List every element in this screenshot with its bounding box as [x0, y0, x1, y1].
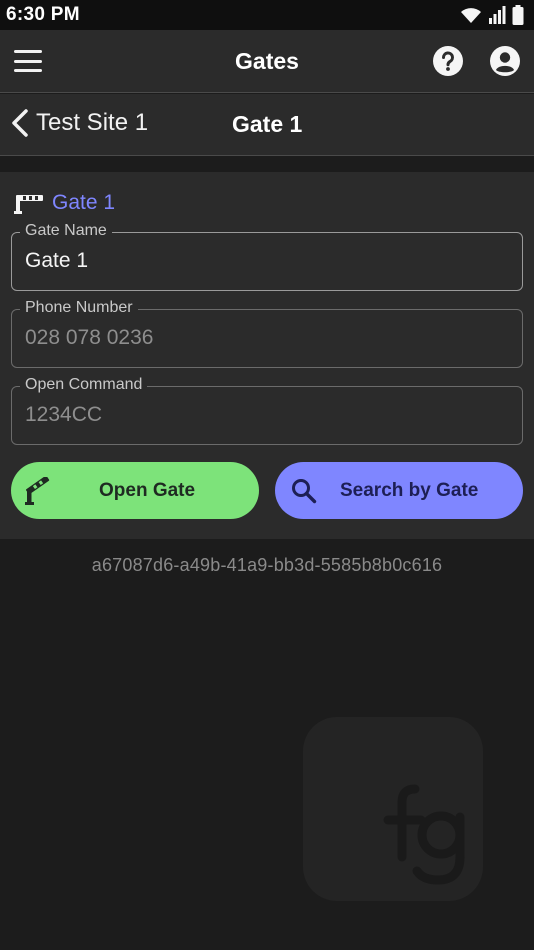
- status-time: 6:30 PM: [6, 4, 80, 25]
- page-title: Gate 1: [232, 111, 303, 137]
- account-icon: [490, 46, 520, 76]
- phone-number-label: Phone Number: [20, 299, 138, 317]
- gate-name-field[interactable]: Gate Name Gate 1: [11, 222, 523, 291]
- battery-icon: [512, 5, 524, 25]
- account-button[interactable]: [490, 46, 520, 81]
- menu-button[interactable]: [14, 50, 42, 72]
- gate-uuid: a67087d6-a49b-41a9-bb3d-5585b8b0c616: [91, 555, 443, 575]
- app-bar: Gates: [0, 30, 534, 93]
- sub-nav-bar: Test Site 1 Gate 1: [0, 94, 534, 156]
- fg-logo-icon: [383, 784, 465, 885]
- open-gate-button[interactable]: Open Gate: [11, 462, 259, 519]
- back-button[interactable]: Test Site 1: [10, 108, 148, 138]
- wifi-icon: [461, 8, 481, 23]
- help-button[interactable]: [433, 46, 463, 81]
- search-by-gate-button[interactable]: Search by Gate: [275, 462, 523, 519]
- app-title: Gates: [235, 47, 299, 74]
- gate-heading: Gate 1: [14, 191, 115, 215]
- gate-name-value: Gate 1: [25, 249, 89, 272]
- gate-heading-label: Gate 1: [52, 191, 116, 214]
- gate-barrier-icon: [14, 195, 43, 214]
- open-command-label: Open Command: [20, 376, 148, 394]
- gate-card: Gate 1 Gate Name Gate 1 Phone Number 028…: [0, 172, 534, 539]
- help-icon: [433, 46, 463, 76]
- menu-icon-bar: [14, 59, 42, 63]
- app-logo-watermark: [303, 717, 483, 901]
- search-icon: [292, 478, 317, 503]
- back-label: Test Site 1: [36, 109, 149, 136]
- signal-icon: [489, 6, 506, 24]
- phone-number-value: 028 078 0236: [25, 326, 154, 349]
- menu-icon-bar: [14, 69, 42, 72]
- status-icons: [460, 5, 524, 25]
- open-gate-label: Open Gate: [99, 479, 196, 501]
- gate-name-label: Gate Name: [20, 222, 112, 240]
- phone-number-field[interactable]: Phone Number 028 078 0236: [11, 299, 523, 368]
- status-bar: 6:30 PM: [0, 0, 534, 30]
- gate-barrier-icon: [25, 476, 50, 505]
- chevron-left-icon: [12, 109, 28, 137]
- open-command-value: 1234CC: [25, 403, 103, 426]
- open-command-field[interactable]: Open Command 1234CC: [11, 376, 523, 445]
- menu-icon-bar: [14, 50, 42, 53]
- search-by-gate-label: Search by Gate: [340, 479, 479, 501]
